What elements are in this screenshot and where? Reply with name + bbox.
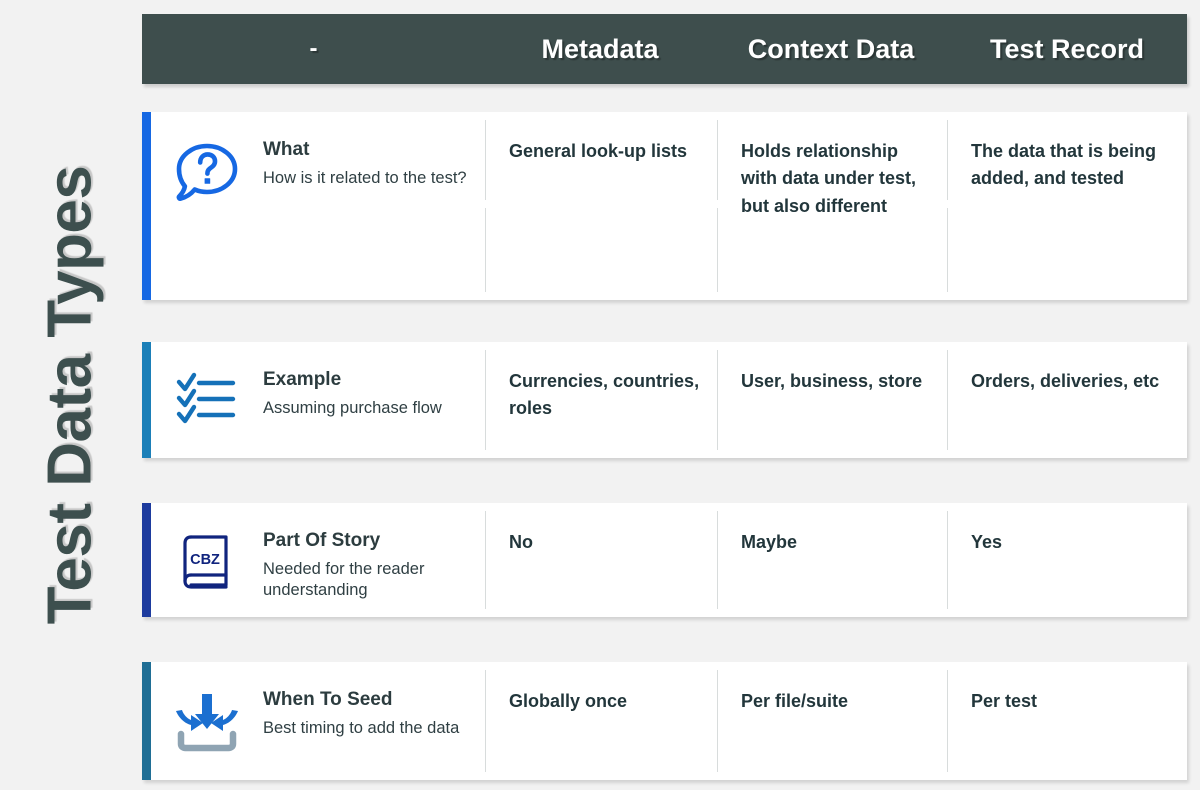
cell-metadata: No (485, 503, 717, 617)
row-subtitle: How is it related to the test? (263, 168, 467, 187)
comparison-table: - Metadata Context Data Test Record What… (142, 0, 1200, 790)
row-label-cell: What How is it related to the test? (151, 112, 485, 300)
cell-context-data: Holds relationship with data under test,… (717, 112, 947, 300)
table-row: Example Assuming purchase flow Currencie… (142, 342, 1187, 458)
row-title: Example (263, 369, 342, 390)
table-row: When To Seed Best timing to add the data… (142, 662, 1187, 780)
cell-context-data: User, business, store (717, 342, 947, 458)
row-label-cell: Example Assuming purchase flow (151, 342, 485, 458)
cell-test-record: Per test (947, 662, 1187, 780)
row-accent-bar (142, 503, 151, 617)
row-accent-bar (142, 342, 151, 458)
column-header-context-data: Context Data (747, 33, 915, 64)
row-subtitle: Needed for the reader understanding (263, 559, 425, 599)
book-icon-label: CBZ (190, 552, 220, 568)
table-row: CBZ Part Of Story Needed for the reader … (142, 503, 1187, 617)
row-title: Part Of Story (263, 530, 381, 551)
row-subtitle: Best timing to add the data (263, 718, 460, 737)
cell-metadata: General look-up lists (485, 112, 717, 300)
row-subtitle: Assuming purchase flow (263, 398, 442, 417)
row-label-cell: When To Seed Best timing to add the data (151, 662, 485, 780)
row-label-cell: CBZ Part Of Story Needed for the reader … (151, 503, 485, 617)
row-label-text: What How is it related to the test? (263, 138, 477, 189)
table-row: What How is it related to the test? Gene… (142, 112, 1187, 300)
question-speech-bubble-icon (151, 138, 263, 206)
cell-test-record: Yes (947, 503, 1187, 617)
side-title-panel: Test Data Types (0, 0, 140, 790)
cell-metadata: Currencies, countries, roles (485, 342, 717, 458)
checklist-icon (151, 368, 263, 428)
row-title: When To Seed (263, 689, 393, 710)
seed-import-arrows-icon (151, 688, 263, 754)
cell-metadata: Globally once (485, 662, 717, 780)
cell-test-record: Orders, deliveries, etc (947, 342, 1187, 458)
row-accent-bar (142, 662, 151, 780)
row-label-text: When To Seed Best timing to add the data (263, 688, 469, 739)
cell-context-data: Maybe (717, 503, 947, 617)
row-label-text: Example Assuming purchase flow (263, 368, 452, 419)
cell-test-record: The data that is being added, and tested (947, 112, 1187, 300)
cell-context-data: Per file/suite (717, 662, 947, 780)
row-title: What (263, 139, 310, 160)
table-header-row: - Metadata Context Data Test Record (142, 14, 1187, 84)
page-title: Test Data Types (35, 165, 105, 625)
row-accent-bar (142, 112, 151, 300)
row-label-text: Part Of Story Needed for the reader unde… (263, 529, 485, 601)
column-header-test-record: Test Record (989, 33, 1145, 64)
column-header-metadata: Metadata (541, 33, 659, 64)
book-cbz-icon: CBZ (151, 529, 263, 595)
column-header-blank: - (309, 35, 318, 62)
